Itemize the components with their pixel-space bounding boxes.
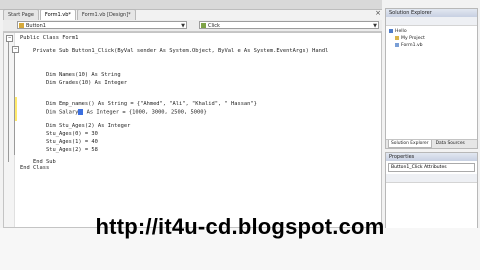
solution-explorer-tabs: Solution Explorer Data Sources [386, 139, 477, 148]
collapse-class-icon[interactable]: − [6, 35, 13, 42]
code-editor[interactable]: − − Public Class Form1 Private Sub Butto… [3, 32, 382, 228]
outline-line [14, 53, 15, 155]
code-line: Stu_Ages(1) = 40 [20, 139, 98, 145]
ide-window: Start Page Form1.vb* Form1.vb [Design]* … [0, 0, 480, 270]
tree-item-label: Hello [395, 29, 407, 34]
tab-form1-design[interactable]: Form1.vb [Design]* [76, 9, 136, 20]
solution-explorer-panel: Solution Explorer Hello My Project Form1… [385, 8, 478, 149]
solution-tree: Hello My Project Form1.vb [386, 26, 477, 49]
code-line: Public Class Form1 [20, 35, 79, 41]
tree-item-label: Form1.vb [401, 43, 423, 48]
tree-item-my-project[interactable]: My Project [389, 35, 477, 42]
tab-form1-code[interactable]: Form1.vb* [39, 9, 76, 20]
code-text-fragment: Dim Salary [20, 109, 79, 116]
properties-object-selector[interactable]: Button1_Click Attributes [388, 163, 475, 172]
event-selector[interactable]: Click ▼ [199, 21, 379, 29]
code-line: Dim Stu_Ages(2) As Integer [20, 123, 131, 129]
project-icon [389, 28, 393, 33]
tree-item-form1[interactable]: Form1.vb [389, 42, 477, 49]
event-icon [201, 23, 206, 28]
change-indicator-bar [15, 97, 17, 121]
code-line-salary: Dim Salary As Integer = {1000, 3000, 250… [20, 109, 207, 116]
properties-title: Properties [386, 153, 477, 161]
folder-icon [395, 35, 399, 40]
close-tab-icon[interactable]: × [374, 9, 382, 18]
code-text[interactable]: Public Class Form1 Private Sub Button1_C… [20, 35, 328, 171]
outline-line [8, 42, 9, 162]
solution-explorer-title: Solution Explorer [386, 9, 477, 17]
tab-data-sources[interactable]: Data Sources [434, 140, 467, 148]
form-icon [395, 42, 399, 47]
code-line: End Class [20, 165, 50, 171]
object-icon [19, 23, 24, 28]
tree-item-project[interactable]: Hello [389, 28, 477, 35]
tree-item-label: My Project [401, 36, 425, 41]
code-selectors: Button1 ▼ Click ▼ [3, 20, 382, 32]
code-line: Stu_Ages(2) = 58 [20, 147, 98, 153]
chevron-down-icon[interactable]: ▼ [181, 22, 185, 30]
code-line: Stu_Ages(0) = 30 [20, 131, 98, 137]
document-tabs: Start Page Form1.vb* Form1.vb [Design]* [3, 9, 136, 20]
watermark-url: http://it4u-cd.blogspot.com [95, 214, 385, 239]
object-selector[interactable]: Button1 ▼ [17, 21, 187, 29]
event-selector-value: Click [208, 23, 220, 29]
code-line: Dim Names(10) As String [20, 72, 121, 78]
solution-explorer-toolbar [386, 17, 477, 26]
collapse-sub-icon[interactable]: − [12, 46, 19, 53]
code-line: Dim Emp_names() As String = {"Ahmed", "A… [20, 101, 257, 107]
code-text-fragment: As Integer = {1000, 3000, 2500, 5000} [83, 109, 207, 116]
properties-toolbar [386, 174, 477, 183]
object-selector-value: Button1 [26, 23, 46, 29]
tab-solution-explorer[interactable]: Solution Explorer [388, 140, 432, 148]
chevron-down-icon[interactable]: ▼ [373, 22, 377, 30]
code-line: Dim Grades(10) As Integer [20, 80, 128, 86]
tab-start-page[interactable]: Start Page [3, 9, 39, 20]
code-line: Private Sub Button1_Click(ByVal sender A… [20, 48, 329, 54]
